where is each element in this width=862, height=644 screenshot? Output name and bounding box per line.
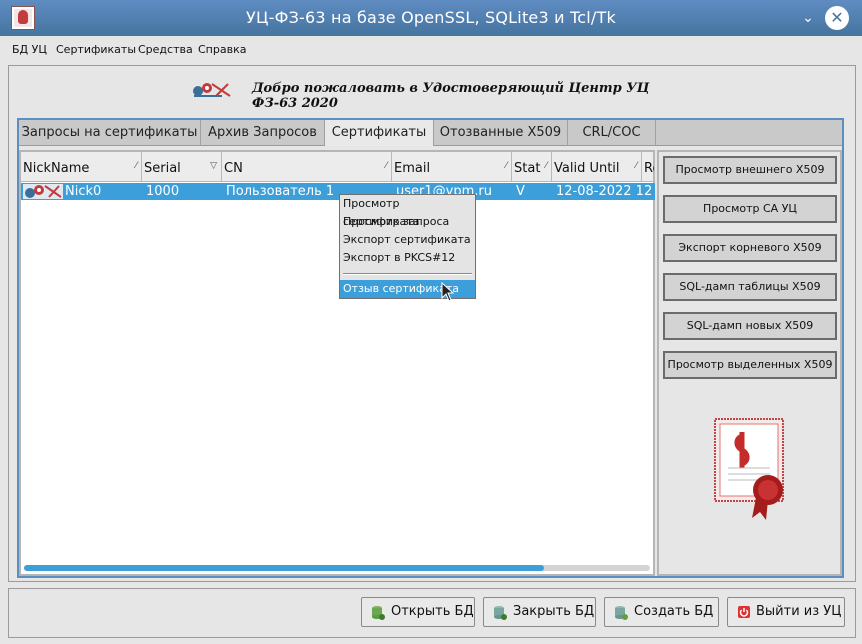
menu-certificates[interactable]: Сертификаты bbox=[56, 43, 136, 56]
export-root-x509-button[interactable]: Экспорт корневого X509 bbox=[663, 234, 837, 262]
cell-cn: Пользователь 1 bbox=[226, 184, 335, 199]
tab-crl[interactable]: CRL/COC bbox=[568, 120, 656, 146]
button-label: Создать БД bbox=[634, 604, 714, 619]
scrollbar-thumb[interactable] bbox=[24, 565, 544, 571]
welcome-text: Добро пожаловать в Удостоверяющий Центр … bbox=[252, 81, 650, 111]
chevron-down-icon[interactable]: ⌄ bbox=[798, 8, 818, 28]
table-header: NickName ⁄ Serial ▽ CN ⁄ Email ⁄ Stat ⁄ Valid… bbox=[21, 152, 655, 182]
cell-valid-until: 12-08-2022 12 bbox=[556, 184, 653, 199]
tab-revoked[interactable]: Отозванные X509 bbox=[434, 120, 568, 146]
window-title: УЦ-ФЗ-63 на базе OpenSSL, SQLite3 и Tcl/… bbox=[246, 8, 616, 27]
cell-status: V bbox=[516, 184, 525, 199]
column-serial[interactable]: Serial ▽ bbox=[142, 152, 222, 182]
welcome-banner: Добро пожаловать в Удостоверяющий Центр … bbox=[190, 78, 690, 111]
menu-db[interactable]: БД УЦ bbox=[12, 43, 47, 56]
menu-separator bbox=[343, 273, 472, 275]
horizontal-scrollbar[interactable] bbox=[24, 565, 650, 571]
column-nickname[interactable]: NickName ⁄ bbox=[21, 152, 142, 182]
menu-help[interactable]: Справка bbox=[198, 43, 246, 56]
database-close-icon bbox=[494, 606, 507, 620]
tab-label: Архив Запросов bbox=[208, 125, 317, 140]
button-label: Закрыть БД bbox=[513, 604, 595, 619]
view-selected-x509-button[interactable]: Просмотр выделенных X509 bbox=[663, 351, 837, 379]
cell-serial: 1000 bbox=[146, 184, 180, 199]
tab-label: Сертификаты bbox=[331, 125, 427, 140]
logo-icon bbox=[193, 83, 231, 97]
close-db-button[interactable]: Закрыть БД bbox=[483, 597, 596, 627]
menu-item-view-certificate[interactable]: Просмотр сертификата bbox=[340, 195, 475, 228]
certificate-icon bbox=[23, 184, 63, 199]
column-cn[interactable]: CN ⁄ bbox=[222, 152, 392, 182]
cell-nick: Nick0 bbox=[65, 184, 102, 199]
tab-label: CRL/COC bbox=[582, 125, 641, 140]
sort-icon: ▽ bbox=[210, 161, 217, 171]
column-email[interactable]: Email ⁄ bbox=[392, 152, 512, 182]
tab-requests[interactable]: Запросы на сертификаты bbox=[19, 120, 201, 146]
mouse-pointer-icon bbox=[441, 282, 455, 302]
column-re[interactable]: Re bbox=[642, 152, 655, 182]
context-menu: Просмотр сертификата Просмотр запроса Эк… bbox=[339, 194, 476, 299]
button-label: Выйти из УЦ bbox=[756, 604, 842, 619]
tab-label: Запросы на сертификаты bbox=[21, 125, 198, 140]
exit-icon bbox=[738, 606, 750, 618]
sort-icon: ⁄ bbox=[545, 161, 547, 171]
certificates-table: NickName ⁄ Serial ▽ CN ⁄ Email ⁄ Stat ⁄ Valid… bbox=[19, 150, 655, 576]
menu-bar: БД УЦ Сертификаты Средства Справка bbox=[0, 36, 862, 60]
column-status[interactable]: Stat ⁄ bbox=[512, 152, 552, 182]
column-valid-until[interactable]: Valid Until ⁄ bbox=[552, 152, 642, 182]
menu-tools[interactable]: Средства bbox=[138, 43, 193, 56]
database-open-icon bbox=[372, 606, 385, 620]
tab-bar: Запросы на сертификаты Архив Запросов Се… bbox=[19, 120, 842, 146]
certificate-seal-icon bbox=[714, 418, 784, 520]
sort-icon: ⁄ bbox=[385, 161, 387, 171]
tab-certificates[interactable]: Сертификаты bbox=[325, 120, 434, 146]
create-db-button[interactable]: Создать БД bbox=[604, 597, 719, 627]
tab-requests-archive[interactable]: Архив Запросов bbox=[201, 120, 325, 146]
menu-item-export-certificate[interactable]: Экспорт сертификата bbox=[340, 231, 475, 249]
database-create-icon bbox=[615, 606, 628, 620]
view-external-x509-button[interactable]: Просмотр внешнего X509 bbox=[663, 156, 837, 184]
title-bar: УЦ-ФЗ-63 на базе OpenSSL, SQLite3 и Tcl/… bbox=[0, 0, 862, 36]
close-icon[interactable]: ✕ bbox=[825, 6, 849, 30]
menu-item-view-request[interactable]: Просмотр запроса bbox=[340, 213, 475, 231]
open-db-button[interactable]: Открыть БД bbox=[361, 597, 475, 627]
sql-dump-new-button[interactable]: SQL-дамп новых X509 bbox=[663, 312, 837, 340]
tab-label: Отозванные X509 bbox=[439, 125, 562, 140]
exit-button[interactable]: Выйти из УЦ bbox=[727, 597, 845, 627]
sort-icon: ⁄ bbox=[635, 161, 637, 171]
button-label: Открыть БД bbox=[391, 604, 474, 619]
sort-icon: ⁄ bbox=[505, 161, 507, 171]
sort-icon: ⁄ bbox=[135, 161, 137, 171]
sql-dump-table-button[interactable]: SQL-дамп таблицы X509 bbox=[663, 273, 837, 301]
table-row[interactable]: Nick0 1000 Пользователь 1 user1@vpm.ru V… bbox=[21, 183, 655, 200]
view-ca-button[interactable]: Просмотр CA УЦ bbox=[663, 195, 837, 223]
menu-item-export-pkcs12[interactable]: Экспорт в PKCS#12 bbox=[340, 249, 475, 267]
